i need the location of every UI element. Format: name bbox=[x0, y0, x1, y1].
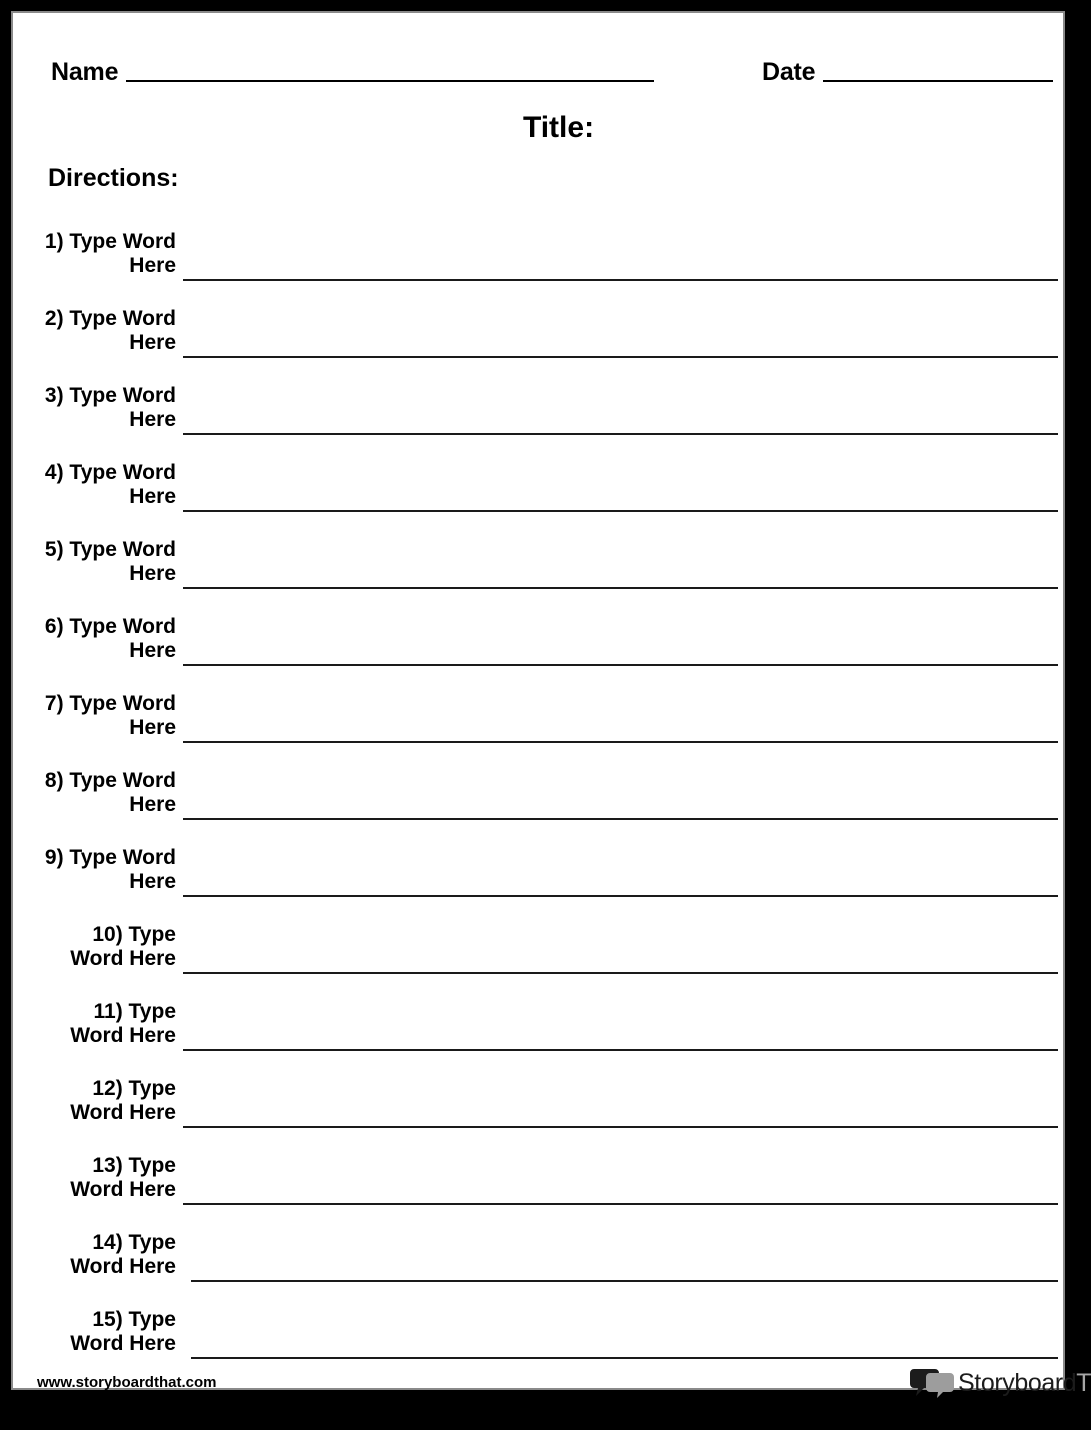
date-write-line[interactable] bbox=[823, 80, 1054, 82]
word-item-label: 9) Type Word Here bbox=[44, 846, 176, 893]
word-item-label: 7) Type Word Here bbox=[44, 692, 176, 739]
worksheet-sheet: Name Date Title: Directions: 1) Type Wor… bbox=[11, 11, 1091, 1398]
word-item-label: 12) Type Word Here bbox=[70, 1077, 176, 1124]
storyboardthat-logo[interactable]: StoryboardThat bbox=[910, 1365, 1091, 1401]
word-item-label: 6) Type Word Here bbox=[44, 615, 176, 662]
speech-bubbles-icon bbox=[910, 1368, 954, 1398]
word-row: 10) Type Word Here bbox=[13, 919, 1091, 996]
word-row: 11) Type Word Here bbox=[13, 996, 1091, 1073]
word-write-line[interactable] bbox=[183, 895, 1058, 897]
word-item-label: 1) Type Word Here bbox=[44, 230, 176, 277]
word-write-line[interactable] bbox=[183, 664, 1058, 666]
word-row: 7) Type Word Here bbox=[13, 688, 1091, 765]
word-write-line[interactable] bbox=[183, 510, 1058, 512]
word-row: 2) Type Word Here bbox=[13, 303, 1091, 380]
word-item-label: 11) Type Word Here bbox=[70, 1000, 176, 1047]
word-item-label: 8) Type Word Here bbox=[44, 769, 176, 816]
word-row: 13) Type Word Here bbox=[13, 1150, 1091, 1227]
word-write-line[interactable] bbox=[183, 972, 1058, 974]
word-row: 9) Type Word Here bbox=[13, 842, 1091, 919]
word-row: 1) Type Word Here bbox=[13, 226, 1091, 303]
word-write-line[interactable] bbox=[183, 279, 1058, 281]
word-list: 1) Type Word Here 2) Type Word Here 3) T… bbox=[13, 226, 1091, 1381]
word-row: 3) Type Word Here bbox=[13, 380, 1091, 457]
word-item-label: 5) Type Word Here bbox=[44, 538, 176, 585]
word-row: 6) Type Word Here bbox=[13, 611, 1091, 688]
word-item-label: 14) Type Word Here bbox=[70, 1231, 176, 1278]
word-row: 4) Type Word Here bbox=[13, 457, 1091, 534]
date-label: Date bbox=[762, 58, 816, 86]
footer-url[interactable]: www.storyboardthat.com bbox=[37, 1373, 216, 1393]
word-write-line[interactable] bbox=[183, 433, 1058, 435]
header-row: Name Date bbox=[13, 57, 1063, 91]
logo-word-primary: Storyboard bbox=[958, 1369, 1077, 1397]
logo-wordmark: StoryboardThat bbox=[958, 1368, 1091, 1398]
page-title: Title: bbox=[522, 111, 595, 144]
word-write-line[interactable] bbox=[183, 1049, 1058, 1051]
word-item-label: 2) Type Word Here bbox=[44, 307, 176, 354]
word-item-label: 13) Type Word Here bbox=[70, 1154, 176, 1201]
date-field: Date bbox=[762, 57, 1054, 87]
word-write-line[interactable] bbox=[183, 818, 1058, 820]
logo-word-secondary: That bbox=[1076, 1369, 1091, 1397]
name-write-line[interactable] bbox=[126, 80, 655, 82]
word-row: 5) Type Word Here bbox=[13, 534, 1091, 611]
word-write-line[interactable] bbox=[183, 741, 1058, 743]
word-write-line[interactable] bbox=[191, 1357, 1058, 1359]
directions-label: Directions: bbox=[48, 164, 179, 192]
footer-bar: www.storyboardthat.com StoryboardThat bbox=[13, 1369, 1091, 1405]
word-write-line[interactable] bbox=[191, 1280, 1058, 1282]
word-row: 8) Type Word Here bbox=[13, 765, 1091, 842]
word-row: 12) Type Word Here bbox=[13, 1073, 1091, 1150]
page-frame: Name Date Title: Directions: 1) Type Wor… bbox=[0, 0, 1091, 1430]
word-item-label: 3) Type Word Here bbox=[44, 384, 176, 431]
word-write-line[interactable] bbox=[183, 1203, 1058, 1205]
name-label: Name bbox=[51, 58, 119, 86]
word-write-line[interactable] bbox=[183, 1126, 1058, 1128]
word-item-label: 10) Type Word Here bbox=[70, 923, 176, 970]
name-field: Name bbox=[51, 57, 655, 87]
word-write-line[interactable] bbox=[183, 587, 1058, 589]
word-row: 14) Type Word Here bbox=[13, 1227, 1091, 1304]
word-write-line[interactable] bbox=[183, 356, 1058, 358]
word-item-label: 15) Type Word Here bbox=[70, 1308, 176, 1355]
word-item-label: 4) Type Word Here bbox=[44, 461, 176, 508]
